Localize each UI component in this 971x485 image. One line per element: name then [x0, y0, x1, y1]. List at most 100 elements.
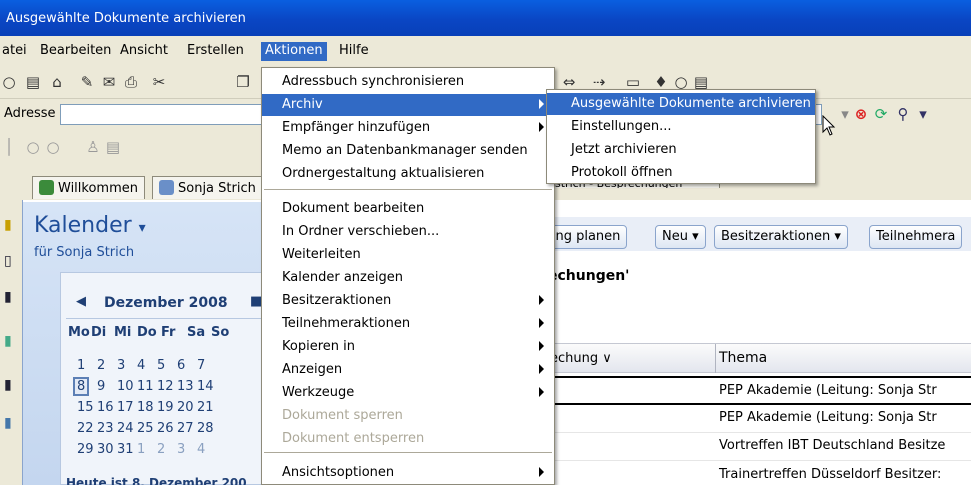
calendar-day[interactable]: 22: [77, 421, 94, 436]
calendar-day[interactable]: 1: [77, 358, 85, 373]
calendar-day[interactable]: 30: [97, 442, 114, 457]
submenu-arrow-icon: [539, 364, 544, 374]
calendar-day[interactable]: 19: [157, 400, 174, 415]
table-row[interactable]: PEP Akademie (Leitung: Sonja Str: [719, 383, 937, 398]
calendar-day[interactable]: 26: [157, 421, 174, 436]
calendar-day[interactable]: 12: [157, 379, 174, 394]
menu-datei[interactable]: atei: [0, 42, 31, 61]
open-icon[interactable]: ○: [0, 73, 18, 91]
copy-icon[interactable]: ❐: [234, 73, 252, 91]
calendar-day[interactable]: 13: [177, 379, 194, 394]
menu-item-weiterleiten[interactable]: Weiterleiten: [262, 244, 554, 266]
calendar-day[interactable]: 18: [137, 400, 154, 415]
bookmark-icon[interactable]: ▯: [4, 252, 18, 270]
menu-aktionen[interactable]: Aktionen: [261, 42, 327, 61]
address-label: Adresse: [4, 106, 56, 121]
menu-item-kalender-anzeigen[interactable]: Kalender anzeigen: [262, 267, 554, 289]
menu-item-adressbuch-synchronisieren[interactable]: Adressbuch synchronisieren: [262, 71, 554, 93]
bookmark-icon[interactable]: ▮: [4, 332, 18, 350]
calendar-day[interactable]: 7: [197, 358, 205, 373]
calendar-day[interactable]: 5: [157, 358, 165, 373]
chat-icon-2[interactable]: ○: [44, 138, 62, 156]
calendar-day[interactable]: 1: [137, 442, 145, 457]
table-row[interactable]: Trainertreffen Düsseldorf Besitzer:: [719, 467, 941, 482]
submenu-item-2[interactable]: Einstellungen...: [547, 116, 815, 138]
calendar-day[interactable]: 31: [117, 442, 134, 457]
calendar-day[interactable]: 21: [197, 400, 214, 415]
person-icon[interactable]: ♙: [84, 138, 102, 156]
column-header-date[interactable]: echung ∨: [550, 351, 612, 366]
table-row[interactable]: PEP Akademie (Leitung: Sonja Str: [719, 410, 937, 425]
table-row[interactable]: Vortreffen IBT Deutschland Besitze: [719, 438, 945, 453]
calendar-title[interactable]: Kalender ▾: [34, 213, 146, 238]
save-icon[interactable]: ▤: [24, 73, 42, 91]
zoom-icon[interactable]: ⚲: [894, 105, 912, 123]
calendar-day[interactable]: 17: [117, 400, 134, 415]
page-icon-2[interactable]: ▤: [104, 138, 122, 156]
submenu-arrow-icon: [539, 318, 544, 328]
stop-icon[interactable]: ⊗: [852, 105, 870, 123]
cut-icon[interactable]: ✂: [150, 73, 168, 91]
calendar-day[interactable]: 23: [97, 421, 114, 436]
folder-icon[interactable]: ⌂: [48, 73, 66, 91]
menu-bearbeiten[interactable]: Bearbeiten: [36, 42, 115, 61]
calendar-day[interactable]: 11: [137, 379, 154, 394]
calendar-day[interactable]: 4: [197, 442, 205, 457]
calendar-day[interactable]: 3: [177, 442, 185, 457]
calendar-day[interactable]: 24: [117, 421, 134, 436]
bookmark-icon[interactable]: ▮: [4, 216, 18, 234]
calendar-day[interactable]: 10: [117, 379, 134, 394]
mail-icon[interactable]: ✉: [100, 73, 118, 91]
prev-month-icon[interactable]: ◀: [76, 294, 86, 309]
menu-ansicht[interactable]: Ansicht: [116, 42, 172, 61]
owner-actions-button[interactable]: Besitzeraktionen ▾: [714, 225, 848, 249]
chat-icon[interactable]: ○: [24, 138, 42, 156]
menu-item-archiv[interactable]: Archiv: [262, 94, 554, 116]
refresh-icon[interactable]: ⟳: [872, 105, 890, 123]
menu-item-in-ordner-verschieben[interactable]: In Ordner verschieben...: [262, 221, 554, 243]
submenu-item-4[interactable]: Protokoll öffnen: [547, 162, 815, 184]
menu-item-memo-an-datenbankmanager-senden[interactable]: Memo an Datenbankmanager senden: [262, 140, 554, 162]
menu-item-anzeigen[interactable]: Anzeigen: [262, 359, 554, 381]
bookmark-icon[interactable]: ▮: [4, 288, 18, 306]
menu-item-ansichtsoptionen[interactable]: Ansichtsoptionen: [262, 462, 554, 484]
calendar-day[interactable]: 16: [97, 400, 114, 415]
calendar-day[interactable]: 27: [177, 421, 194, 436]
submenu-item-3[interactable]: Jetzt archivieren: [547, 139, 815, 161]
menu-hilfe[interactable]: Hilfe: [335, 42, 373, 61]
weekday-label: Di: [91, 325, 107, 340]
edit-icon[interactable]: ✎: [78, 73, 96, 91]
menu-item-kopieren-in[interactable]: Kopieren in: [262, 336, 554, 358]
menu-item-werkzeuge[interactable]: Werkzeuge: [262, 382, 554, 404]
column-header-thema[interactable]: Thema: [719, 350, 767, 366]
calendar-day[interactable]: 20: [177, 400, 194, 415]
calendar-day[interactable]: 25: [137, 421, 154, 436]
menu-item-empfänger-hinzufügen[interactable]: Empfänger hinzufügen: [262, 117, 554, 139]
bookmark-icon[interactable]: ▮: [4, 414, 18, 432]
submenu-item-1[interactable]: Ausgewählte Dokumente archivieren: [547, 93, 815, 115]
menu-item-teilnehmeraktionen[interactable]: Teilnehmeraktionen: [262, 313, 554, 335]
menu-item-label: Weiterleiten: [282, 247, 361, 262]
menu-erstellen[interactable]: Erstellen: [183, 42, 248, 61]
calendar-day[interactable]: 29: [77, 442, 94, 457]
print-icon[interactable]: ⎙: [122, 73, 140, 91]
menu-item-ordnergestaltung-aktualisieren[interactable]: Ordnergestaltung aktualisieren: [262, 163, 554, 185]
new-button[interactable]: Neu ▾: [655, 225, 706, 249]
chevron-down-icon[interactable]: ▾: [914, 105, 932, 123]
menu-item-dokument-bearbeiten[interactable]: Dokument bearbeiten: [262, 198, 554, 220]
tab-sonja-strich[interactable]: Sonja Strich: [152, 176, 264, 199]
participant-actions-button[interactable]: Teilnehmera: [869, 225, 963, 249]
calendar-day[interactable]: 9: [97, 379, 105, 394]
bookmark-icon[interactable]: ▮: [4, 376, 18, 394]
calendar-day[interactable]: 28: [197, 421, 214, 436]
calendar-day[interactable]: 6: [177, 358, 185, 373]
calendar-day[interactable]: 2: [97, 358, 105, 373]
calendar-day-selected[interactable]: 8: [73, 377, 90, 396]
calendar-day[interactable]: 2: [157, 442, 165, 457]
menu-item-besitzeraktionen[interactable]: Besitzeraktionen: [262, 290, 554, 312]
calendar-day[interactable]: 3: [117, 358, 125, 373]
calendar-day[interactable]: 14: [197, 379, 214, 394]
calendar-day[interactable]: 4: [137, 358, 145, 373]
calendar-day[interactable]: 15: [77, 400, 94, 415]
tab-willkommen[interactable]: Willkommen: [32, 176, 145, 199]
